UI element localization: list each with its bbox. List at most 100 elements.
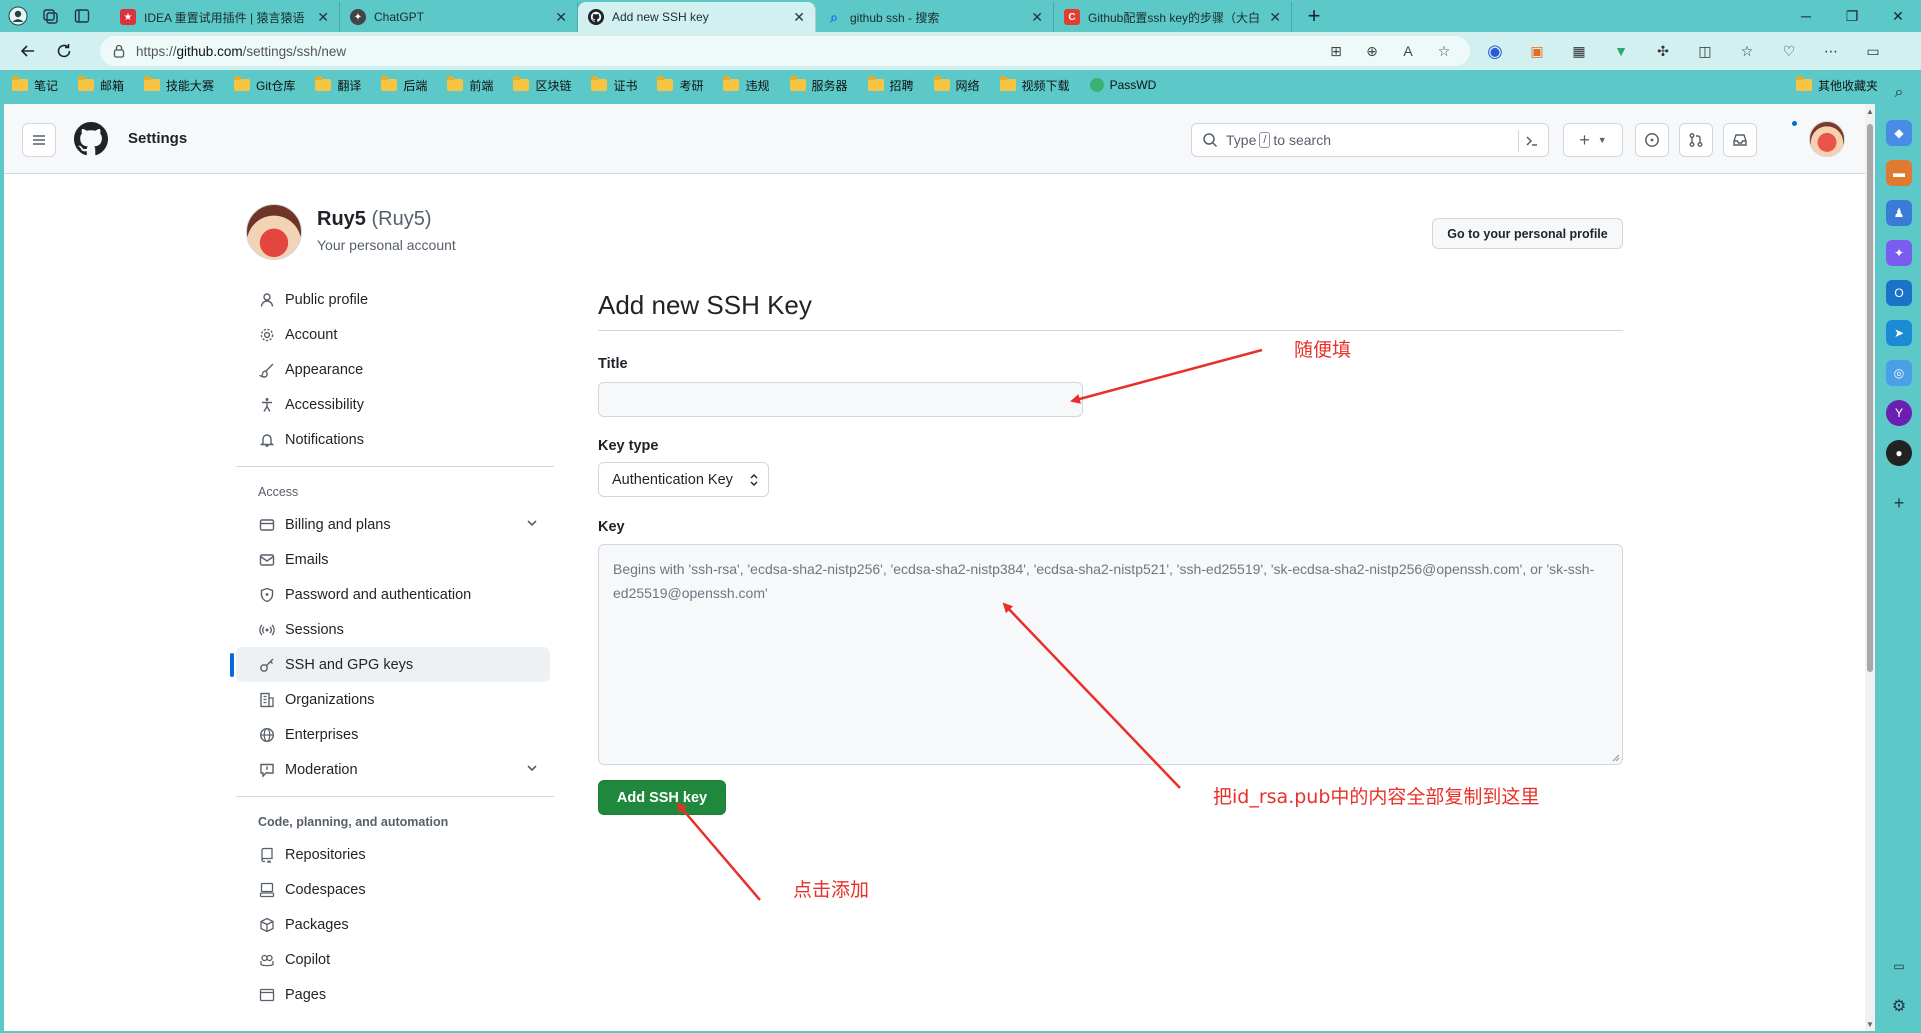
- folder-icon: [1795, 76, 1812, 91]
- folder-icon: [12, 76, 28, 91]
- bookmark-folder[interactable]: 证书: [591, 76, 637, 94]
- refresh-icon[interactable]: [46, 36, 82, 66]
- add-sidebar-icon[interactable]: +: [1886, 490, 1912, 516]
- folder-icon: [234, 76, 251, 91]
- tab-close-icon[interactable]: ✕: [1269, 9, 1281, 26]
- annotation-arrows: [676, 348, 1263, 901]
- edge-sidebar: ⌕ ◆ ▬ ♟ ✦ O ➤ ◎ Y ● + ▭ ⚙: [1877, 70, 1921, 1033]
- tab-close-icon[interactable]: ✕: [1031, 9, 1043, 26]
- folder-icon: [789, 76, 806, 91]
- tab-title: Add new SSH key: [612, 10, 709, 24]
- annotation-arrow-title: [1070, 348, 1263, 404]
- passwd-icon: [1089, 78, 1104, 92]
- copilot-icon[interactable]: ✦: [1886, 240, 1912, 266]
- close-window-icon[interactable]: ✕: [1875, 0, 1921, 32]
- page-viewport: Settings Type / to search + ▼ Ruy5 (Ruy5…: [4, 104, 1875, 1031]
- bookmarks-bar: 笔记 邮箱 技能大赛 Git仓库 翻译 后端 前端 区块链 证书 考研 违规 服…: [0, 70, 1890, 100]
- lock-icon[interactable]: [112, 44, 126, 58]
- bookmark-folder[interactable]: 邮箱: [78, 76, 124, 94]
- profile-icon[interactable]: [4, 2, 32, 30]
- outlook-icon[interactable]: O: [1886, 280, 1912, 306]
- tab-title: Github配置ssh key的步骤（大白: [1088, 10, 1261, 25]
- tab-idea[interactable]: ★ IDEA 重置试用插件 | 猿言猿语 ✕: [110, 2, 340, 32]
- bookmark-folder[interactable]: 笔记: [12, 76, 58, 94]
- scroll-down-icon[interactable]: ▼: [1866, 1019, 1874, 1029]
- back-icon[interactable]: [10, 36, 46, 66]
- tab-chatgpt[interactable]: ✦ ChatGPT ✕: [340, 2, 578, 32]
- bookmark-folder[interactable]: 网络: [933, 76, 980, 94]
- tab-add-ssh-key[interactable]: Add new SSH key ✕: [578, 2, 816, 32]
- drop-icon[interactable]: ◎: [1886, 360, 1912, 386]
- folder-icon: [867, 76, 884, 91]
- sidebar-toggle-icon[interactable]: ▭: [1858, 36, 1888, 66]
- bookmark-folder[interactable]: 翻译: [315, 76, 361, 94]
- folder-icon: [933, 76, 950, 91]
- send-icon[interactable]: ➤: [1886, 320, 1912, 346]
- app-available-icon[interactable]: ⊞: [1324, 39, 1348, 63]
- extensions-puzzle-icon[interactable]: ✣: [1648, 36, 1678, 66]
- zoom-icon[interactable]: ⊕: [1360, 39, 1384, 63]
- tab-actions-icon[interactable]: [68, 2, 96, 30]
- search-favicon-icon: ⌕: [830, 8, 838, 25]
- favorite-star-icon[interactable]: ☆: [1432, 39, 1456, 63]
- tab-favicon-icon: ★: [120, 9, 136, 25]
- annotation-button-note: 点击添加: [793, 879, 870, 901]
- tab-close-icon[interactable]: ✕: [555, 9, 567, 26]
- scrollbar-thumb[interactable]: [1867, 124, 1873, 672]
- read-aloud-icon[interactable]: A: [1396, 39, 1420, 63]
- tab-github-ssh-guide[interactable]: C Github配置ssh key的步骤（大白 ✕: [1054, 2, 1292, 32]
- folder-icon: [144, 76, 161, 91]
- bookmark-folder[interactable]: 违规: [723, 76, 770, 94]
- extension-circle-icon[interactable]: ◉: [1480, 36, 1510, 66]
- bookmark-folder[interactable]: 考研: [657, 76, 703, 94]
- extension-translate-icon[interactable]: ▣: [1522, 36, 1552, 66]
- games-icon[interactable]: ♟: [1886, 200, 1912, 226]
- favorites-icon[interactable]: ☆: [1732, 36, 1762, 66]
- folder-icon: [999, 76, 1016, 91]
- settings-gear-icon[interactable]: ⚙: [1886, 993, 1912, 1019]
- url-host: github.com: [176, 43, 243, 59]
- bookmark-folder[interactable]: 前端: [447, 76, 493, 94]
- tab-title: ChatGPT: [374, 10, 425, 24]
- github-favicon-icon: [588, 9, 604, 25]
- bookmark-other[interactable]: 其他收藏夹: [1795, 70, 1878, 100]
- bookmark-folder[interactable]: 服务器: [789, 76, 848, 94]
- tab-close-icon[interactable]: ✕: [317, 9, 329, 26]
- browser-essentials-icon[interactable]: ♡: [1774, 36, 1804, 66]
- folder-icon: [723, 76, 740, 91]
- folder-icon: [78, 76, 95, 91]
- bookmark-folder[interactable]: 后端: [381, 76, 427, 94]
- scroll-up-icon[interactable]: ▲: [1866, 106, 1874, 116]
- workspaces-icon[interactable]: [36, 2, 64, 30]
- bookmark-passwd[interactable]: PassWD: [1089, 78, 1156, 92]
- more-menu-icon[interactable]: ⋯: [1816, 36, 1846, 66]
- yahoo-icon[interactable]: Y: [1886, 400, 1912, 426]
- bookmark-folder[interactable]: 区块链: [513, 76, 571, 94]
- tools-icon[interactable]: ▬: [1886, 160, 1912, 186]
- vertical-scrollbar[interactable]: ▲ ▼: [1865, 104, 1875, 1031]
- bookmark-folder[interactable]: Git仓库: [234, 76, 295, 94]
- minimize-icon[interactable]: ─: [1783, 0, 1829, 32]
- new-tab-icon[interactable]: +: [1300, 2, 1328, 30]
- tab-favicon-icon: ✦: [350, 9, 366, 25]
- qr-code-icon[interactable]: ▦: [1564, 36, 1594, 66]
- bookmark-folder[interactable]: 视频下载: [999, 76, 1070, 94]
- tab-title: IDEA 重置试用插件 | 猿言猿语: [144, 10, 305, 25]
- annotation-arrow-button: [676, 802, 761, 901]
- annotation-arrow-key: [1002, 602, 1181, 789]
- folder-icon: [447, 76, 464, 91]
- extension-vue-icon[interactable]: ▼: [1606, 36, 1636, 66]
- url-path: /settings/ssh/new: [242, 43, 347, 59]
- tab-github-ssh-search[interactable]: ⌕ github ssh - 搜索 ✕: [816, 2, 1054, 32]
- search-icon[interactable]: ⌕: [1886, 80, 1912, 106]
- folder-icon: [315, 76, 332, 91]
- url-bar[interactable]: https://github.com/settings/ssh/new ⊞ ⊕ …: [100, 36, 1470, 66]
- bookmark-folder[interactable]: 招聘: [867, 76, 914, 94]
- apple-icon[interactable]: ●: [1886, 440, 1912, 466]
- restore-icon[interactable]: ❐: [1829, 0, 1875, 32]
- split-screen-icon[interactable]: ◫: [1690, 36, 1720, 66]
- collections-icon[interactable]: ◆: [1886, 120, 1912, 146]
- tab-close-icon[interactable]: ✕: [793, 9, 805, 26]
- hide-sidebar-icon[interactable]: ▭: [1886, 953, 1912, 979]
- bookmark-folder[interactable]: 技能大赛: [144, 76, 214, 94]
